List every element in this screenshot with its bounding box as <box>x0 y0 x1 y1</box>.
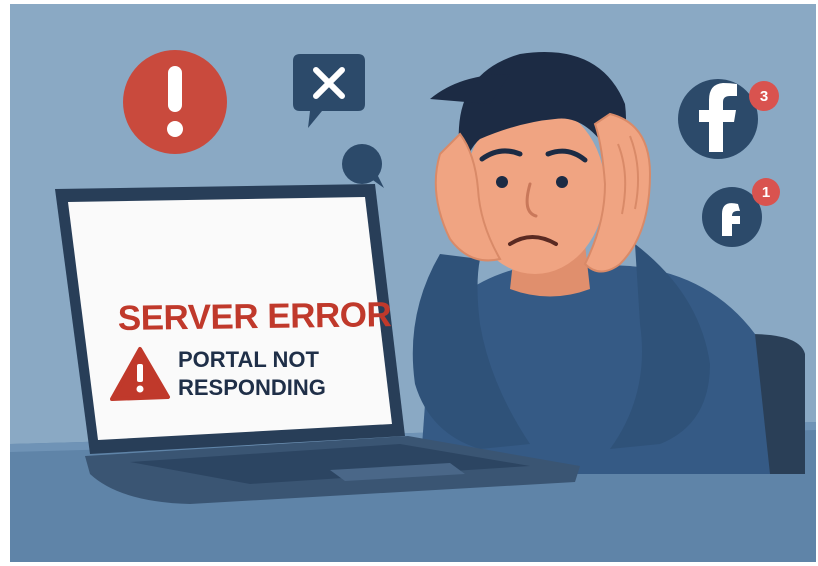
facebook-notification-icon <box>678 79 758 159</box>
illustration-frame: SERVER ERROR PORTAL NOT RESPONDING 3 1 <box>10 4 816 562</box>
error-line-1: PORTAL NOT <box>178 347 320 372</box>
svg-text:1: 1 <box>762 184 770 201</box>
error-line-2: RESPONDING <box>178 375 326 400</box>
svg-text:3: 3 <box>760 88 768 105</box>
right-eye <box>556 176 568 188</box>
error-title: SERVER ERROR <box>118 295 392 338</box>
notification-badge-top: 3 <box>749 81 779 111</box>
exclamation-alert-icon <box>123 50 227 154</box>
scene: SERVER ERROR PORTAL NOT RESPONDING 3 1 <box>10 4 816 562</box>
notification-badge-bottom: 1 <box>752 178 780 206</box>
left-eye <box>496 176 508 188</box>
